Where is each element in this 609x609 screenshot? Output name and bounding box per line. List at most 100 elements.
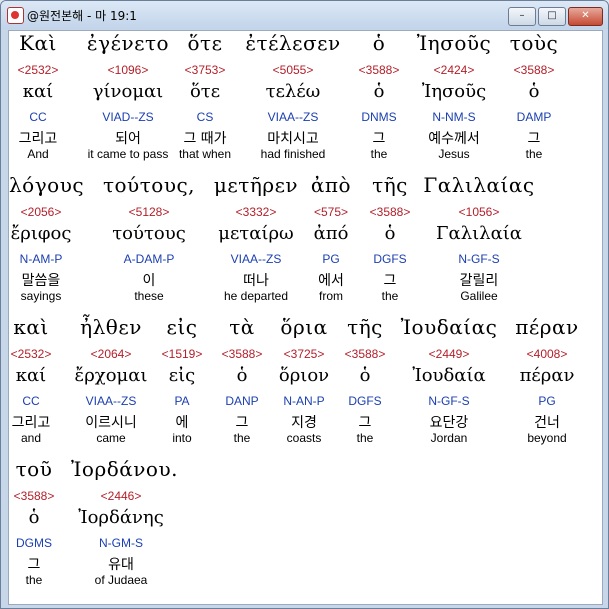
strong-number[interactable]: <4008> <box>509 347 585 361</box>
english-gloss: came <box>96 431 126 445</box>
greek-word: ὅρια <box>280 315 328 339</box>
english-gloss: and <box>20 431 42 445</box>
close-button[interactable]: ✕ <box>568 7 603 26</box>
lemma: ὅριον <box>278 365 330 386</box>
strong-number[interactable]: <1519> <box>157 347 207 361</box>
parse-code: CC <box>29 110 47 124</box>
strong-number[interactable]: <3588> <box>215 347 269 361</box>
lemma: ὁ <box>528 81 540 102</box>
strong-number[interactable]: <3588> <box>499 63 569 77</box>
parse-code: N-AN-P <box>283 394 325 408</box>
lemma: Ἰορδάνης <box>78 507 164 528</box>
korean-gloss: 에서 <box>318 273 344 289</box>
korean-gloss: 그 <box>383 273 397 289</box>
parse-code: VIAA--ZS <box>85 394 137 408</box>
parse-code: DAMP <box>516 110 552 124</box>
lemma: Γαλιλαία <box>436 223 522 244</box>
parse-code: PG <box>538 394 556 408</box>
parse-code: CC <box>22 394 40 408</box>
lemma: μεταίρω <box>218 223 294 244</box>
parse-code: PG <box>322 252 340 266</box>
english-gloss: coasts <box>286 431 322 445</box>
korean-gloss: 갈릴리 <box>459 273 499 289</box>
lemma: τελέω <box>265 81 321 102</box>
korean-gloss: 에 <box>175 415 189 431</box>
strong-number[interactable]: <2446> <box>71 489 171 503</box>
interlinear-content: Καὶ <2532> καί CC 그리고 And ἐγένετο <1096>… <box>8 30 603 605</box>
strong-number[interactable]: <3753> <box>169 63 241 77</box>
english-gloss: the <box>525 147 543 161</box>
english-gloss: Jordan <box>430 431 468 445</box>
strong-number[interactable]: <1056> <box>419 205 539 219</box>
english-gloss: the <box>370 147 388 161</box>
greek-word: εἰς <box>166 315 198 339</box>
english-gloss: he departed <box>223 289 289 303</box>
greek-word: Καὶ <box>19 31 57 55</box>
lemma: πέραν <box>519 365 575 386</box>
greek-word: τοῦ <box>15 457 53 481</box>
strong-number[interactable]: <5055> <box>237 63 349 77</box>
maximize-button[interactable]: □ <box>538 7 566 26</box>
parse-code: DNMS <box>361 110 397 124</box>
korean-gloss: 지경 <box>291 415 317 431</box>
minimize-button[interactable]: – <box>508 7 536 26</box>
lemma: ἀπό <box>313 223 349 244</box>
korean-gloss: 그리고 <box>18 131 58 147</box>
strong-number[interactable]: <3588> <box>9 489 59 503</box>
greek-word: ἐτέλεσεν <box>245 31 341 55</box>
english-gloss: the <box>356 431 374 445</box>
lemma: ὁ <box>373 81 385 102</box>
strong-number[interactable]: <3588> <box>337 347 393 361</box>
strong-number[interactable]: <2056> <box>9 205 73 219</box>
lemma: καί <box>15 365 47 386</box>
app-window: @원전본해 - 마 19:1 – □ ✕ Καὶ <2532> καί CC 그… <box>0 0 609 609</box>
lemma: εἰς <box>168 365 196 386</box>
english-gloss: Jesus <box>438 147 470 161</box>
greek-word: μετῆρεν <box>213 173 299 197</box>
korean-gloss: 건너 <box>534 415 560 431</box>
lemma: τούτους <box>112 223 186 244</box>
english-gloss: had finished <box>260 147 326 161</box>
strong-number[interactable]: <3588> <box>349 63 409 77</box>
strong-number[interactable]: <2424> <box>409 63 499 77</box>
strong-number[interactable]: <575> <box>301 205 361 219</box>
korean-gloss: 요단강 <box>429 415 469 431</box>
parse-code: PA <box>174 394 190 408</box>
greek-word: Γαλιλαίας <box>423 173 535 197</box>
english-gloss: the <box>381 289 399 303</box>
korean-gloss: 떠나 <box>243 273 269 289</box>
parse-code: DGFS <box>373 252 407 266</box>
korean-gloss: 그 <box>527 131 541 147</box>
greek-word: καὶ <box>13 315 49 339</box>
parse-code: CS <box>196 110 214 124</box>
lemma: Ἰουδαία <box>412 365 486 386</box>
parse-code: N-GM-S <box>99 536 143 550</box>
korean-gloss: 그리고 <box>11 415 51 431</box>
parse-code: A-DAM-P <box>123 252 175 266</box>
greek-word: τῆς <box>372 173 408 197</box>
greek-word: λόγους <box>9 173 85 197</box>
lemma: ἔριφος <box>10 223 72 244</box>
lemma: ἔρχομαι <box>74 365 148 386</box>
strong-number[interactable]: <2532> <box>9 63 67 77</box>
parse-code: N-NM-S <box>432 110 476 124</box>
greek-word: τούτους, <box>102 173 196 197</box>
parse-code: DGMS <box>16 536 52 550</box>
parse-code: N-AM-P <box>19 252 63 266</box>
strong-number[interactable]: <2449> <box>389 347 509 361</box>
strong-number[interactable]: <3332> <box>203 205 309 219</box>
strong-number[interactable]: <5128> <box>89 205 209 219</box>
greek-word: ὅτε <box>187 31 223 55</box>
korean-gloss: 그 <box>235 415 249 431</box>
strong-number[interactable]: <2532> <box>9 347 53 361</box>
app-logo-icon[interactable] <box>7 7 24 24</box>
korean-gloss: 마치시고 <box>267 131 319 147</box>
strong-number[interactable]: <3725> <box>273 347 335 361</box>
english-gloss: that when <box>178 147 232 161</box>
lemma: ὁ <box>236 365 248 386</box>
korean-gloss: 이 <box>142 273 156 289</box>
strong-number[interactable]: <3588> <box>361 205 419 219</box>
title-bar[interactable]: @원전본해 - 마 19:1 – □ ✕ <box>1 1 608 29</box>
strong-number[interactable]: <2064> <box>71 347 151 361</box>
korean-gloss: 그 <box>27 557 41 573</box>
